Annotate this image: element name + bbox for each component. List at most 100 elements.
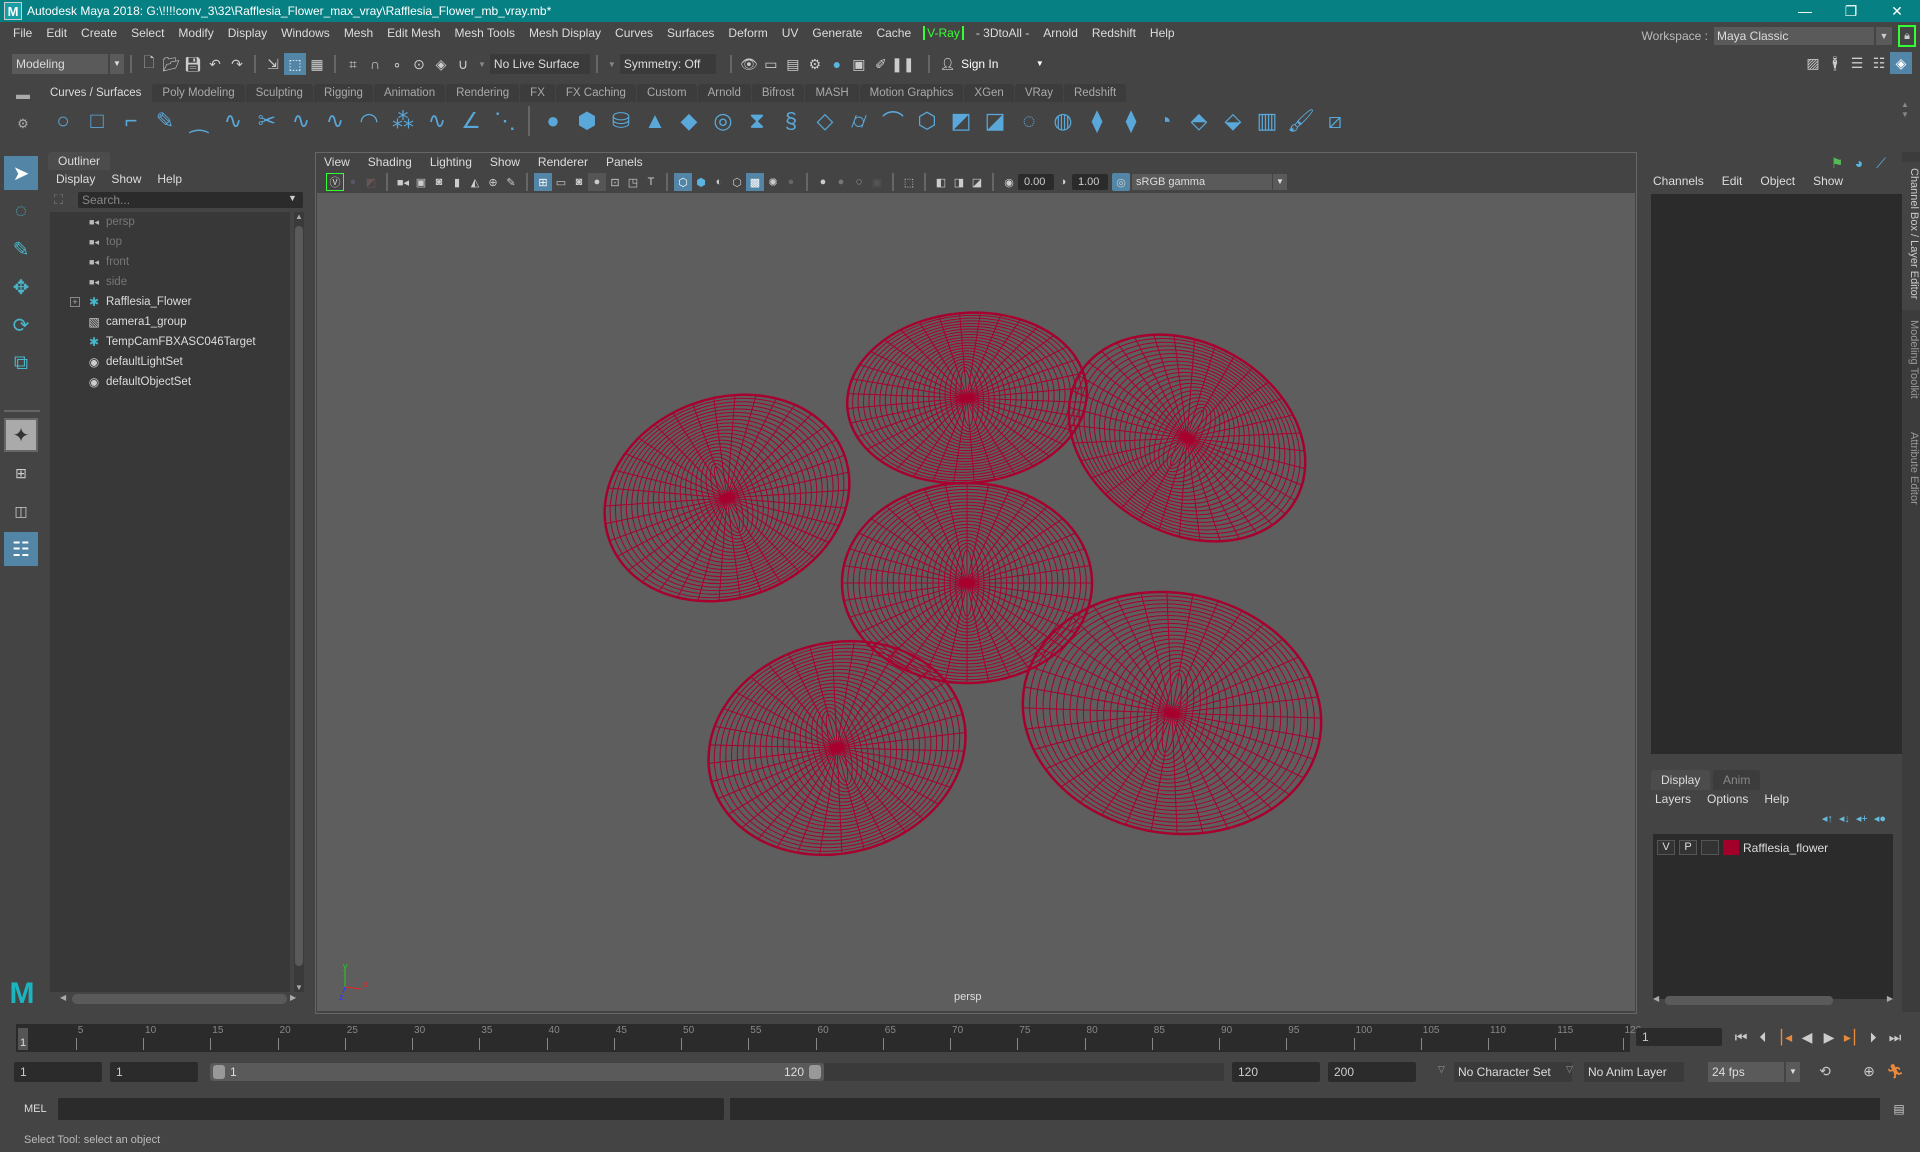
- speed-icon[interactable]: ◕: [1848, 152, 1870, 174]
- chevron-down-icon[interactable]: ▼: [1273, 174, 1287, 190]
- extrude-icon[interactable]: ⌭: [842, 104, 876, 138]
- script-editor-icon[interactable]: ▤: [1888, 1098, 1910, 1120]
- outliner-item[interactable]: ▧ camera1_group: [50, 312, 290, 332]
- insert-isoparm-icon[interactable]: ⬘: [1182, 104, 1216, 138]
- symmetry-dropdown[interactable]: Symmetry: Off: [619, 54, 716, 74]
- step-back-frame-icon[interactable]: ⏴: [1752, 1026, 1774, 1048]
- menu-select[interactable]: Select: [124, 26, 171, 40]
- chevron-down-icon[interactable]: ▽: [1438, 1064, 1445, 1075]
- outliner-item[interactable]: ■◂ top: [50, 232, 290, 252]
- exposure-field[interactable]: 0.00: [1018, 174, 1054, 190]
- maximize-button[interactable]: ❐: [1828, 0, 1874, 22]
- rebuild-curve-icon[interactable]: ⁂: [386, 104, 420, 138]
- shadows-icon[interactable]: ●: [782, 173, 800, 191]
- step-back-key-icon[interactable]: ⎮◂: [1774, 1026, 1796, 1048]
- outliner-menu-display[interactable]: Display: [56, 172, 95, 186]
- safe-action-icon[interactable]: ◳: [624, 173, 642, 191]
- manipulator-icon[interactable]: ⚑: [1826, 152, 1848, 174]
- flower-center[interactable]: [840, 481, 1094, 685]
- range-end-handle[interactable]: [809, 1065, 821, 1079]
- shelf-menu-icon[interactable]: ▬: [10, 86, 36, 102]
- petal-bottom-right[interactable]: [1003, 569, 1340, 857]
- scroll-thumb[interactable]: [72, 994, 287, 1004]
- pencil-curve-icon[interactable]: ✎: [148, 104, 182, 138]
- outliner-item[interactable]: ✱ TempCamFBXASC046Target: [50, 332, 290, 352]
- outliner-search-input[interactable]: Search...: [78, 192, 303, 208]
- xray-icon[interactable]: ▩: [746, 173, 764, 191]
- render-view-icon[interactable]: 👁︎: [738, 53, 760, 75]
- use-all-lights-icon[interactable]: ✺: [764, 173, 782, 191]
- shelf-scroll[interactable]: ▲ ▼: [1898, 100, 1912, 140]
- shelf-tab-redshift[interactable]: Redshift: [1063, 84, 1127, 102]
- loft-icon[interactable]: §: [774, 104, 808, 138]
- nurbs-circle-icon[interactable]: ○: [46, 104, 80, 138]
- bezier-icon[interactable]: ∠: [454, 104, 488, 138]
- play-backward-icon[interactable]: ◀: [1796, 1026, 1818, 1048]
- go-to-end-icon[interactable]: ⏭: [1884, 1026, 1906, 1048]
- menu-help[interactable]: Help: [1143, 26, 1182, 40]
- scroll-up-icon[interactable]: ▲: [295, 212, 303, 221]
- command-input[interactable]: [58, 1098, 724, 1120]
- nurbs-torus-icon[interactable]: ◎: [706, 104, 740, 138]
- sculpt-tool-icon[interactable]: 🖌︎: [1284, 104, 1318, 138]
- offset-curve-icon[interactable]: ◠: [352, 104, 386, 138]
- layer-visibility-toggle[interactable]: V: [1657, 840, 1675, 855]
- pause-icon[interactable]: ❚❚: [891, 53, 914, 75]
- nurbs-square-icon[interactable]: □: [80, 104, 114, 138]
- redo-icon[interactable]: ↷: [226, 53, 248, 75]
- outliner-item[interactable]: ■◂ front: [50, 252, 290, 272]
- paint-select-icon[interactable]: ✎: [4, 232, 38, 266]
- new-scene-icon[interactable]: 🗋: [138, 53, 160, 75]
- new-layer-selected-icon[interactable]: ◂●: [1874, 812, 1886, 825]
- layer-playback-toggle[interactable]: P: [1679, 840, 1697, 855]
- time-slider-track[interactable]: 1 5 10 15 20 25 30 35 40 45 50 55 60 65 70 75 80 85 90 95 10…: [16, 1024, 1641, 1052]
- shelf-tab-bifrost[interactable]: Bifrost: [751, 84, 805, 102]
- image-plane-icon[interactable]: ◭: [466, 173, 484, 191]
- anim-layer-dropdown[interactable]: No Anim Layer: [1584, 1062, 1684, 1082]
- color-space-dropdown[interactable]: sRGB gamma: [1132, 174, 1272, 190]
- select-object-icon[interactable]: ⬚: [284, 53, 306, 75]
- shelf-tab-rendering[interactable]: Rendering: [446, 84, 520, 102]
- scroll-left-icon[interactable]: ◀: [1653, 994, 1659, 1003]
- curve-icon[interactable]: ∿: [216, 104, 250, 138]
- move-layer-down-icon[interactable]: ◂↓: [1839, 812, 1850, 825]
- scroll-left-icon[interactable]: ◀: [60, 993, 66, 1002]
- tab-channel-box-layer-editor[interactable]: Channel Box / Layer Editor: [1902, 162, 1920, 310]
- camera-attributes-icon[interactable]: ◙: [430, 173, 448, 191]
- resolution-gate-icon[interactable]: ◙: [570, 173, 588, 191]
- extend-surface-icon[interactable]: ⬙: [1216, 104, 1250, 138]
- anti-aliasing-icon[interactable]: ◌: [850, 173, 868, 191]
- viewport-menu-panels[interactable]: Panels: [606, 155, 643, 169]
- menu-uv[interactable]: UV: [775, 26, 806, 40]
- viewport-menu-show[interactable]: Show: [490, 155, 520, 169]
- scene-start-field[interactable]: 1: [14, 1062, 102, 1082]
- menu-mesh[interactable]: Mesh: [337, 26, 380, 40]
- select-camera-icon[interactable]: ◩: [362, 173, 380, 191]
- hypershade-icon[interactable]: ●: [826, 53, 848, 75]
- current-frame-marker[interactable]: 1: [18, 1028, 28, 1050]
- surface-edit-icon[interactable]: ⧄: [1318, 104, 1352, 138]
- scale-tool-icon[interactable]: ⧉: [4, 346, 38, 380]
- move-layer-up-icon[interactable]: ◂↑: [1822, 812, 1833, 825]
- menu-curves[interactable]: Curves: [608, 26, 660, 40]
- select-hierarchy-icon[interactable]: ⇲: [262, 53, 284, 75]
- outliner-item[interactable]: ■◂ persp: [50, 212, 290, 232]
- light-editor-icon[interactable]: ✐: [870, 53, 892, 75]
- loop-icon[interactable]: ⟲: [1814, 1060, 1836, 1082]
- current-frame-field[interactable]: 1: [1636, 1028, 1722, 1046]
- four-view-layout-icon[interactable]: ⊞: [4, 456, 38, 490]
- step-forward-key-icon[interactable]: ▸⎮: [1840, 1026, 1862, 1048]
- command-language-label[interactable]: MEL: [24, 1103, 47, 1115]
- snap-view-plane-icon[interactable]: ⊙: [408, 53, 430, 75]
- petal-right[interactable]: [1031, 293, 1343, 583]
- hyperbolic-icon[interactable]: ⟋: [1870, 152, 1892, 174]
- shelf-tab-fx-caching[interactable]: FX Caching: [555, 84, 636, 102]
- new-layer-icon[interactable]: ◂+: [1856, 812, 1868, 825]
- nurbs-cube-icon[interactable]: ⬢: [570, 104, 604, 138]
- shelf-tab-xgen[interactable]: XGen: [964, 84, 1014, 102]
- snap-point-icon[interactable]: ∘: [386, 53, 408, 75]
- layer-hscroll[interactable]: ◀ ▶: [1653, 994, 1893, 1006]
- outliner-item[interactable]: ◉ defaultLightSet: [50, 352, 290, 372]
- camera-icon[interactable]: ■◂: [394, 173, 412, 191]
- range-slider-bar[interactable]: 1 120: [210, 1063, 824, 1081]
